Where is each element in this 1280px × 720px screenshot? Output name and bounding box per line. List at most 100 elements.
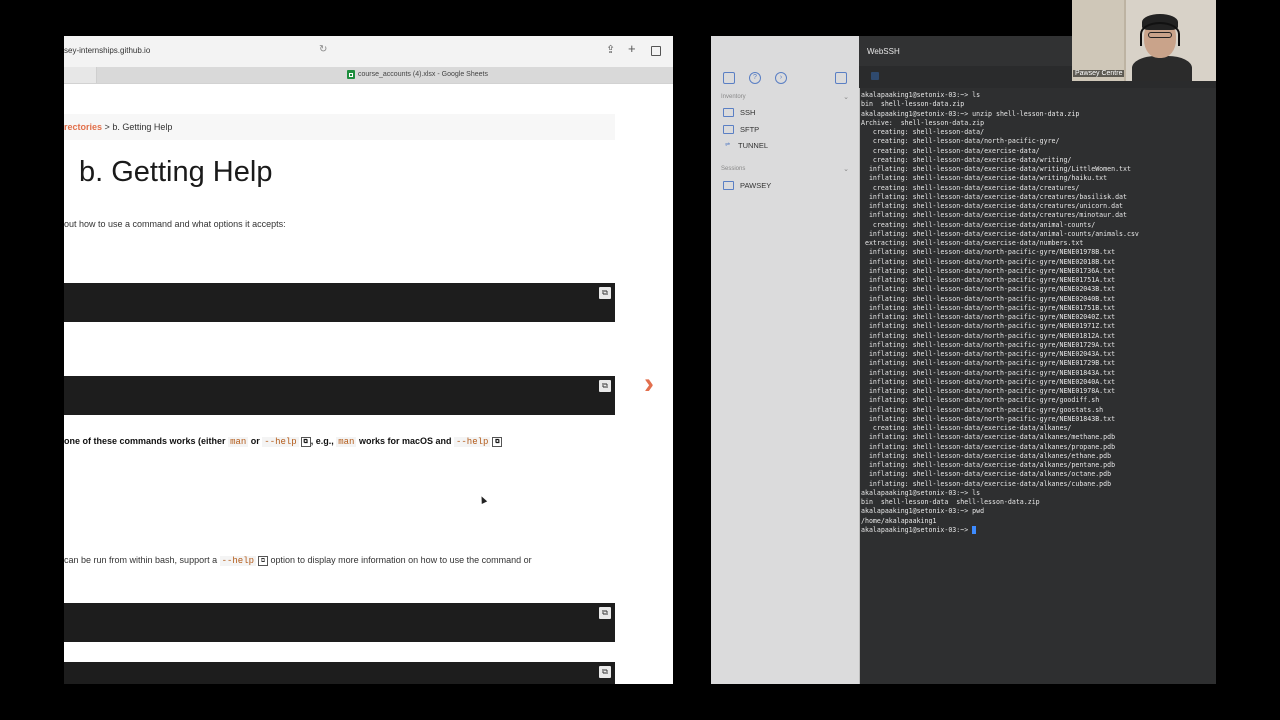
bash-paragraph: can be run from within bash, support a -… (64, 555, 532, 566)
terminal-line: akalapaaking1@setonix-03:~> ls (861, 488, 981, 497)
sidebar-item-label: SSH (740, 108, 756, 117)
sidebar-item-tunnel[interactable]: ⇌ TUNNEL (723, 141, 768, 150)
terminal-line: inflating: shell-lesson-data/north-pacif… (861, 322, 1116, 331)
inline-code-help: --help (262, 437, 299, 447)
tab-title: course_accounts (4).xlsx - Google Sheets (358, 71, 488, 78)
sidebar-toolbar: ? › (723, 72, 849, 86)
terminal-line: inflating: shell-lesson-data/north-pacif… (861, 266, 1116, 275)
sidebar-item-ssh[interactable]: SSH (723, 108, 755, 117)
inline-code-man: man (228, 437, 249, 447)
bash-text-pre: can be run from within bash, support a (64, 555, 218, 565)
terminal-line: extracting: shell-lesson-data/exercise-d… (861, 239, 1084, 247)
sidebar-item-label: PAWSEY (740, 181, 772, 190)
copy-icon[interactable]: ⧉ (300, 436, 311, 447)
code-block: ⧉ (64, 376, 615, 415)
breadcrumb: rectories > b. Getting Help (64, 114, 615, 140)
plus-icon[interactable]: + (628, 41, 636, 56)
terminal-line: inflating: shell-lesson-data/exercise-da… (861, 433, 1116, 442)
sidebar-item-sftp[interactable]: SFTP (723, 125, 759, 134)
chevron-down-icon[interactable]: ⌄ (843, 93, 849, 101)
terminal-line: inflating: shell-lesson-data/exercise-da… (861, 174, 1108, 183)
terminal-output[interactable]: akalapaaking1@setonix-03:~> ls bin shell-… (861, 91, 1211, 541)
sidebar-item-pawsey[interactable]: PAWSEY (723, 181, 771, 190)
terminal-line: inflating: shell-lesson-data/exercise-da… (861, 202, 1124, 210)
webcam-label: Pawsey Centre (1073, 70, 1125, 77)
briefcase-icon[interactable] (835, 72, 847, 84)
tunnel-icon: ⇌ (724, 142, 731, 148)
terminal-line: inflating: shell-lesson-data/exercise-da… (861, 470, 1112, 479)
connect-icon[interactable]: › (775, 72, 787, 84)
reload-icon[interactable]: ↻ (319, 44, 327, 55)
breadcrumb-current: b. Getting Help (112, 122, 173, 132)
folder-icon (723, 125, 734, 134)
terminal-line: inflating: shell-lesson-data/north-pacif… (861, 368, 1116, 377)
bash-text-post: option to display more information on ho… (270, 555, 532, 565)
terminal-line: inflating: shell-lesson-data/north-pacif… (861, 248, 1116, 257)
terminal-line: inflating: shell-lesson-data/north-pacif… (861, 303, 1116, 312)
google-sheets-icon (347, 70, 355, 79)
terminal-line: inflating: shell-lesson-data/exercise-da… (861, 165, 1131, 173)
terminal-line: bin shell-lesson-data.zip (861, 100, 965, 109)
code-block: ⧉ (64, 283, 615, 322)
tab-bar: course_accounts (4).xlsx - Google Sheets (64, 67, 673, 84)
copy-icon[interactable]: ⧉ (492, 436, 503, 447)
url-text[interactable]: sey-internships.github.io (64, 46, 150, 55)
terminal-line: akalapaaking1@setonix-03:~> ls (861, 91, 981, 99)
inline-code-man: man (336, 437, 357, 447)
terminal-line: inflating: shell-lesson-data/north-pacif… (861, 285, 1116, 294)
copy-icon[interactable]: ⧉ (599, 666, 611, 678)
terminal-line: inflating: shell-lesson-data/north-pacif… (861, 377, 1116, 386)
help-text-mid: , e.g., (310, 436, 334, 446)
chevron-down-icon[interactable]: ⌄ (843, 165, 849, 173)
copy-icon[interactable]: ⧉ (599, 607, 611, 619)
presenter-body (1132, 56, 1192, 81)
terminal-line: akalapaaking1@setonix-03:~> (861, 525, 1211, 535)
background-door (1072, 0, 1126, 81)
share-icon[interactable]: ⇪ (606, 43, 615, 56)
sidebar-toggle-icon[interactable] (723, 72, 735, 84)
terminal-line: akalapaaking1@setonix-03:~> unzip shell-… (861, 109, 1080, 118)
terminal-line: inflating: shell-lesson-data/north-pacif… (861, 276, 1116, 284)
terminal-line: inflating: shell-lesson-data/north-pacif… (861, 396, 1100, 405)
terminal-line: bin shell-lesson-data shell-lesson-data.… (861, 498, 1040, 506)
copy-icon[interactable]: ⧉ (599, 287, 611, 299)
terminal-line: creating: shell-lesson-data/exercise-dat… (861, 424, 1072, 432)
breadcrumb-separator: > (104, 122, 110, 132)
inline-code-help: --help (454, 437, 491, 447)
webssh-window: ? › Inventory ⌄ SSH SFTP ⇌ TUNNEL Sessio… (711, 36, 1216, 684)
breadcrumb-link[interactable]: rectories (64, 122, 102, 132)
terminal-cursor (972, 525, 977, 534)
help-icon[interactable]: ? (749, 72, 761, 84)
glasses-icon (1148, 32, 1172, 38)
copy-icon[interactable]: ⧉ (599, 380, 611, 392)
help-text-post: works for macOS and (358, 436, 452, 446)
address-bar[interactable]: sey-internships.github.io ↻ ⇪ + (64, 36, 673, 67)
terminal-line: inflating: shell-lesson-data/exercise-da… (861, 479, 1112, 488)
terminal-line: creating: shell-lesson-data/exercise-dat… (861, 146, 1040, 155)
terminal-line: inflating: shell-lesson-data/north-pacif… (861, 257, 1116, 266)
terminal-line: Archive: shell-lesson-data.zip (861, 118, 985, 127)
tab-sheets[interactable]: course_accounts (4).xlsx - Google Sheets (96, 67, 673, 83)
copy-icon[interactable]: ⧉ (258, 555, 269, 566)
terminal-line: inflating: shell-lesson-data/exercise-da… (861, 211, 1127, 220)
ssh-sidebar: ? › Inventory ⌄ SSH SFTP ⇌ TUNNEL Sessio… (711, 36, 860, 684)
terminal-line: creating: shell-lesson-data/ (861, 128, 985, 136)
next-page-arrow[interactable]: › (644, 366, 654, 402)
mouse-cursor-icon (478, 495, 488, 504)
terminal-line: inflating: shell-lesson-data/exercise-da… (861, 451, 1112, 460)
sessions-label: Sessions (721, 166, 746, 172)
terminal-line: /home/akalapaaking1 (861, 516, 937, 525)
terminal-line: akalapaaking1@setonix-03:~> pwd (861, 507, 985, 516)
folder-icon (723, 181, 734, 190)
terminal-line: inflating: shell-lesson-data/north-pacif… (861, 359, 1116, 368)
terminal-line: creating: shell-lesson-data/exercise-dat… (861, 183, 1080, 192)
terminal-line: creating: shell-lesson-data/exercise-dat… (861, 155, 1072, 164)
tabs-icon[interactable] (651, 46, 661, 56)
terminal-line: inflating: shell-lesson-data/exercise-da… (861, 461, 1116, 469)
terminal-line: inflating: shell-lesson-data/north-pacif… (861, 340, 1116, 349)
folder-icon (723, 108, 734, 117)
sidebar-item-label: TUNNEL (738, 141, 769, 150)
terminal-line: inflating: shell-lesson-data/north-pacif… (861, 313, 1116, 321)
intro-text: out how to use a command and what option… (64, 219, 286, 229)
session-tab-icon[interactable] (871, 72, 879, 80)
